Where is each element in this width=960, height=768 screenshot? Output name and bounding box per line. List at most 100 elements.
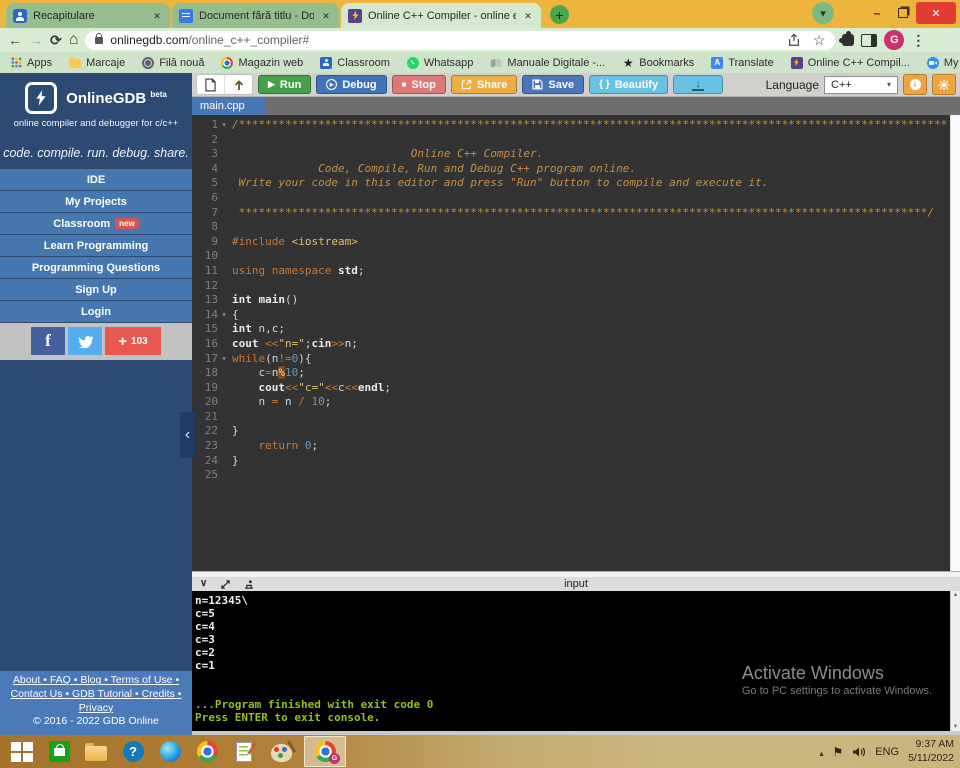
run-button[interactable]: Run (258, 75, 311, 94)
sidebar-item-programming-questions[interactable]: Programming Questions (0, 257, 192, 279)
bookmark-star-icon[interactable] (813, 32, 826, 49)
sidebar-collapse-handle[interactable] (180, 412, 195, 458)
bookmark-fila-noua[interactable]: Filă nouă (142, 57, 204, 69)
settings-button[interactable] (932, 74, 956, 95)
file-tab-main-cpp[interactable]: main.cpp (192, 97, 266, 115)
footer-links[interactable]: About • FAQ • Blog • Terms of Use • Cont… (8, 674, 184, 715)
line-number[interactable]: 19 (192, 381, 218, 396)
stop-button[interactable]: Stop (392, 75, 446, 94)
line-number[interactable]: 3 (192, 147, 218, 162)
home-button[interactable] (69, 32, 79, 48)
console-output[interactable]: n=12345\c=5c=4c=3c=2c=1...Program finish… (192, 591, 950, 731)
line-number[interactable]: 15 (192, 322, 218, 337)
beautify-button[interactable]: Beautify (589, 75, 668, 94)
scroll-up-icon[interactable] (951, 592, 960, 598)
bookmark-whatsapp[interactable]: Whatsapp (407, 57, 474, 69)
minimize-button[interactable] (864, 2, 890, 24)
share-button[interactable]: Share (451, 75, 518, 94)
line-number[interactable]: 6 (192, 191, 218, 206)
speaker-icon[interactable] (852, 746, 866, 758)
fold-caret-icon[interactable]: ▾ (218, 352, 230, 367)
new-file-button[interactable] (197, 75, 224, 94)
language-select[interactable]: C++ (824, 76, 898, 94)
close-button[interactable] (916, 2, 956, 24)
line-number[interactable]: 7 (192, 206, 218, 221)
line-number[interactable]: 14 (192, 308, 218, 323)
taskbar-paint[interactable] (267, 739, 295, 765)
line-number[interactable]: 21 (192, 410, 218, 425)
browser-tab-onlinegdb[interactable]: Online C++ Compiler - online ed (341, 3, 541, 28)
browser-tab-docs[interactable]: Document fără titlu - Documente (172, 3, 339, 28)
clock[interactable]: 9:37 AM 5/11/2022 (908, 738, 954, 765)
line-number[interactable]: 13 (192, 293, 218, 308)
bookmark-bookmarks[interactable]: Bookmarks (622, 57, 694, 69)
action-center-flag-icon[interactable] (832, 743, 843, 761)
save-button[interactable]: Save (522, 75, 584, 94)
line-number[interactable]: 17 (192, 352, 218, 367)
restore-button[interactable] (890, 2, 916, 24)
bookmark-marcaje[interactable]: Marcaje (69, 57, 125, 69)
profile-avatar[interactable]: G (884, 30, 904, 50)
bookmark-magazin-web[interactable]: Magazin web (221, 57, 303, 69)
line-number[interactable]: 20 (192, 395, 218, 410)
download-button[interactable] (673, 75, 723, 94)
line-number[interactable]: 4 (192, 162, 218, 177)
open-file-button[interactable] (224, 75, 252, 94)
line-number[interactable]: 1 (192, 118, 218, 133)
tab-close-icon[interactable] (320, 10, 332, 22)
line-number[interactable]: 5 (192, 176, 218, 191)
line-number[interactable]: 23 (192, 439, 218, 454)
line-number[interactable]: 12 (192, 279, 218, 294)
bookmark-classroom[interactable]: Classroom (320, 57, 390, 69)
taskbar-chrome[interactable] (193, 739, 221, 765)
sidebar-item-login[interactable]: Login (0, 301, 192, 323)
debug-button[interactable]: Debug (316, 75, 386, 94)
info-button[interactable] (903, 74, 927, 95)
start-button[interactable] (8, 739, 36, 765)
line-number[interactable]: 8 (192, 220, 218, 235)
line-number[interactable]: 11 (192, 264, 218, 279)
language-indicator[interactable]: ENG (875, 746, 899, 758)
line-number[interactable]: 22 (192, 424, 218, 439)
editor-scrollbar[interactable] (950, 115, 960, 571)
tab-search-chevron-button[interactable] (812, 2, 834, 24)
fold-caret-icon[interactable]: ▾ (218, 308, 230, 323)
extensions-icon[interactable] (842, 34, 854, 46)
line-number[interactable]: 9 (192, 235, 218, 250)
sidebar-item-ide[interactable]: IDE (0, 169, 192, 191)
browser-tab-recapitulare[interactable]: Recapitulare (6, 3, 170, 28)
sidebar-item-sign-up[interactable]: Sign Up (0, 279, 192, 301)
scroll-down-icon[interactable] (951, 724, 960, 730)
bookmark-apps[interactable]: Apps (10, 57, 52, 69)
tab-close-icon[interactable] (522, 10, 534, 22)
sidebar-item-learn-programming[interactable]: Learn Programming (0, 235, 192, 257)
taskbar-file-explorer[interactable] (82, 739, 110, 765)
taskbar-store[interactable] (45, 739, 73, 765)
forward-button[interactable] (29, 33, 43, 47)
tab-close-icon[interactable] (151, 10, 163, 22)
tray-chevron-icon[interactable] (819, 743, 823, 761)
sidebar-item-classroom[interactable]: Classroomnew (0, 213, 192, 235)
new-tab-button[interactable] (550, 5, 569, 24)
back-button[interactable] (8, 33, 22, 47)
menu-kebab-icon[interactable] (911, 32, 925, 49)
sidebar-item-my-projects[interactable]: My Projects (0, 191, 192, 213)
facebook-button[interactable] (31, 327, 65, 355)
bookmark-online-cpp[interactable]: Online C++ Compil... (791, 57, 910, 69)
bookmark-zoom[interactable]: My Profile - Zoom (927, 57, 960, 69)
bookmark-manuale-digitale[interactable]: Manuale Digitale -... (490, 57, 605, 69)
line-number[interactable]: 10 (192, 249, 218, 264)
reload-button[interactable] (50, 33, 62, 47)
share-page-icon[interactable] (787, 33, 801, 47)
url-field[interactable]: onlinegdb.com/online_c++_compiler# (85, 31, 835, 50)
line-number[interactable]: 16 (192, 337, 218, 352)
line-number[interactable]: 18 (192, 366, 218, 381)
line-number[interactable]: 24 (192, 454, 218, 469)
line-number[interactable]: 2 (192, 133, 218, 148)
side-panel-icon[interactable] (861, 34, 877, 47)
taskbar-help[interactable] (119, 739, 147, 765)
bookmark-translate[interactable]: A Translate (711, 57, 773, 69)
taskbar-edge[interactable] (156, 739, 184, 765)
share-this-button[interactable]: 103 (105, 327, 161, 355)
fold-caret-icon[interactable]: ▾ (218, 118, 230, 133)
